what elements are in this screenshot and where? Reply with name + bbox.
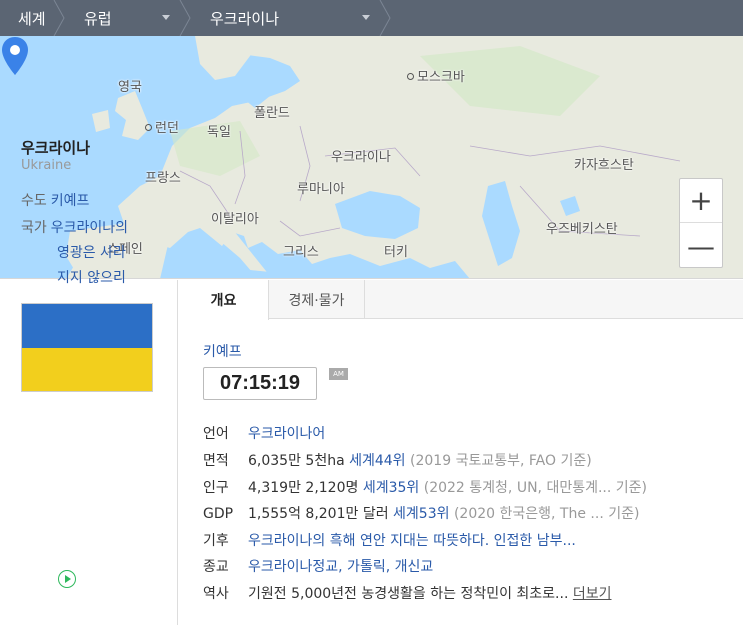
country-summary-panel [0,280,178,625]
info-row-language: 언어 우크라이나어 [203,423,325,443]
area-value: 6,035만 5천ha [248,453,345,469]
chevron-down-icon [162,15,170,20]
area-rank-link[interactable]: 세계44위 [349,453,405,469]
map-label-france: 프랑스 [145,171,181,186]
info-key: 기후 [203,533,229,549]
capital-row: 수도 키예프 [21,190,89,210]
ampm-badge: AM [329,368,348,380]
climate-link[interactable]: 우크라이나의 흑해 연안 지대는 따뜻하다. 인접한 남부... [248,533,576,549]
gdp-value: 1,555억 8,201만 달러 [248,506,389,522]
map-label-london: 런던 [145,117,179,136]
capital-label: 수도 [21,193,47,209]
area-source: (2019 국토교통부, FAO 기준) [410,453,592,469]
gdp-source: (2020 한국은행, The ... 기준) [453,506,640,522]
tab-bar: 개요 경제·물가 [179,280,743,320]
country-name-en: Ukraine [21,158,72,173]
breadcrumb: 세계 유럽 우크라이나 [0,0,743,36]
zoom-out-button[interactable]: — [680,224,722,268]
population-value: 4,319만 2,120명 [248,480,359,496]
map-label-poland: 폴란드 [254,106,290,121]
anthem-link[interactable]: 우크라이나의 [51,220,128,236]
gdp-rank-link[interactable]: 세계53위 [393,506,449,522]
breadcrumb-region-label: 유럽 [84,9,112,28]
map-label-london-text: 런던 [155,121,179,136]
anthem-link-line3[interactable]: 지지 않으리 [21,266,128,291]
capital-link[interactable]: 키예프 [51,193,90,209]
info-key: 면적 [203,453,229,469]
ukraine-flag [21,303,153,392]
info-row-history: 역사 기원전 5,000년전 농경생활을 하는 정착민이 최초로... 더보기 [203,583,612,603]
breadcrumb-world-label: 세계 [18,9,46,28]
breadcrumb-separator-icon [53,0,65,36]
info-key: 종교 [203,559,229,575]
more-link[interactable]: 더보기 [573,586,612,602]
map-label-ukraine: 우크라이나 [331,150,391,165]
map-label-uk: 영국 [118,80,142,95]
map-label-romania: 루마니아 [297,182,345,197]
history-value: 기원전 5,000년전 농경생활을 하는 정착민이 최초로... [248,586,569,602]
religion-link[interactable]: 우크라이나정교, 가톨릭, 개신교 [248,559,433,575]
flag-blue-stripe [22,304,152,348]
breadcrumb-separator-icon [179,0,191,36]
breadcrumb-separator-icon [379,0,391,36]
zoom-controls: + — [679,178,723,268]
breadcrumb-country-label: 우크라이나 [210,9,280,28]
info-key: GDP [203,506,234,522]
language-link[interactable]: 우크라이나어 [248,426,325,442]
info-row-religion: 종교 우크라이나정교, 가톨릭, 개신교 [203,556,433,576]
population-source: (2022 통계청, UN, 대만통계... 기준) [423,480,647,496]
info-key: 역사 [203,586,229,602]
city-link[interactable]: 키예프 [203,341,242,361]
info-row-population: 인구 4,319만 2,120명 세계35위 (2022 통계청, UN, 대만통… [203,477,647,497]
anthem-row: 국가 우크라이나의 영광은 사라 지지 않으리 [21,216,128,291]
flag-yellow-stripe [22,347,152,391]
info-key: 언어 [203,426,229,442]
map-label-uzbekistan: 우즈베키스탄 [546,222,618,237]
map-label-greece: 그리스 [283,245,319,260]
info-row-climate: 기후 우크라이나의 흑해 연안 지대는 따뜻하다. 인접한 남부... [203,530,576,550]
info-key: 인구 [203,480,229,496]
location-pin-icon[interactable] [0,36,30,76]
country-name: 우크라이나 [21,139,91,157]
anthem-link-line2[interactable]: 영광은 사라 [21,241,128,266]
breadcrumb-world[interactable]: 세계 [0,0,66,36]
zoom-in-button[interactable]: + [680,179,722,223]
breadcrumb-country[interactable]: 우크라이나 [192,0,392,36]
city-dot-icon [145,124,152,131]
info-row-area: 면적 6,035만 5천ha 세계44위 (2019 국토교통부, FAO 기준) [203,450,592,470]
map-label-italy: 이탈리아 [211,212,259,227]
breadcrumb-region[interactable]: 유럽 [66,0,192,36]
local-time-clock: 07:15:19 [203,367,317,400]
map-label-moscow-text: 모스크바 [417,70,465,85]
map-label-turkey: 터키 [384,245,408,260]
chevron-down-icon [362,15,370,20]
map-label-kazakhstan: 카자흐스탄 [574,158,634,173]
tab-overview[interactable]: 개요 [179,280,269,320]
population-rank-link[interactable]: 세계35위 [363,480,419,496]
city-dot-icon [407,73,414,80]
map-label-moscow: 모스크바 [407,66,465,85]
info-row-gdp: GDP 1,555억 8,201만 달러 세계53위 (2020 한국은행, Th… [203,503,639,523]
map-label-germany: 독일 [207,125,231,140]
play-icon[interactable] [58,570,76,588]
anthem-label: 국가 [21,220,47,236]
tab-economy[interactable]: 경제·물가 [269,280,365,319]
